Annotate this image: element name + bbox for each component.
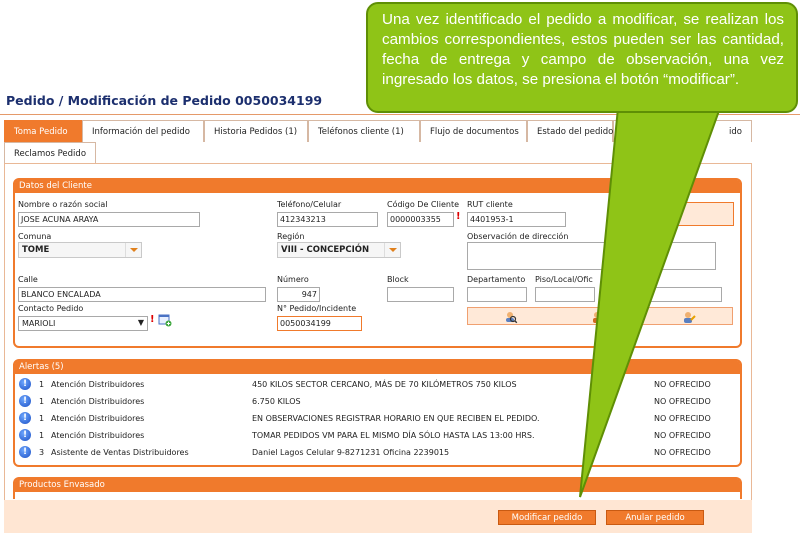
info-icon: !: [19, 412, 31, 424]
tab-telefonos-cliente[interactable]: Teléfonos cliente (1): [308, 120, 420, 142]
instruction-callout: Una vez identificado el pedido a modific…: [366, 2, 798, 113]
numero-input[interactable]: 947: [277, 287, 320, 302]
alert-row: ! 1 Atención Distribuidores EN OBSERVACI…: [17, 411, 737, 427]
info-icon: !: [19, 395, 31, 407]
alert-count: 1: [39, 431, 45, 440]
alert-status: NO OFRECIDO: [654, 431, 711, 440]
nombre-label: Nombre o razón social: [18, 200, 108, 209]
products-section-header: Productos Envasado: [15, 479, 740, 492]
alert-type: Atención Distribuidores: [51, 431, 145, 440]
add-contact-icon[interactable]: [158, 314, 172, 327]
observacion-textarea[interactable]: [467, 242, 716, 270]
alert-count: 3: [39, 448, 45, 457]
rut-input[interactable]: 4401953-1: [467, 212, 566, 227]
tab-historia-pedidos[interactable]: Historia Pedidos (1): [204, 120, 308, 142]
calle-input[interactable]: BLANCO ENCALADA: [18, 287, 266, 302]
alert-message: Daniel Lagos Celular 9-8271231 Oficina 2…: [252, 448, 450, 457]
tab-informacion-pedido[interactable]: Información del pedido: [82, 120, 204, 142]
telefono-label: Teléfono/Celular: [277, 200, 342, 209]
right-info-box: [630, 202, 734, 226]
contacto-select[interactable]: MARIOLI ▼: [18, 316, 148, 331]
piso-input[interactable]: [535, 287, 595, 302]
alert-message: TOMAR PEDIDOS VM PARA EL MISMO DÍA SÓLO …: [252, 431, 535, 440]
alert-type: Atención Distribuidores: [51, 414, 145, 423]
observacion-label: Observación de dirección: [467, 232, 569, 241]
tab-bar: Toma Pedido Información del pedido Histo…: [4, 120, 752, 164]
chevron-down-icon[interactable]: ▼: [138, 317, 144, 329]
extra-input[interactable]: [645, 287, 722, 302]
pedido-label: N° Pedido/Incidente: [277, 304, 357, 313]
footer-bar: Modificar pedido Anular pedido: [4, 500, 752, 533]
client-section: Datos del Cliente Nombre o razón social …: [13, 178, 742, 348]
chevron-down-icon[interactable]: [384, 243, 400, 257]
modificar-pedido-button[interactable]: Modificar pedido: [498, 510, 596, 525]
tab-pedido-extra[interactable]: ido: [693, 120, 752, 142]
calle-label: Calle: [18, 275, 38, 284]
block-label: Block: [387, 275, 409, 284]
chevron-down-icon[interactable]: [125, 243, 141, 257]
numero-label: Número: [277, 275, 309, 284]
alert-status: NO OFRECIDO: [654, 448, 711, 457]
nombre-input[interactable]: JOSE ACUNA ARAYA: [18, 212, 200, 227]
main-panel: Datos del Cliente Nombre o razón social …: [4, 163, 752, 501]
comuna-value: TOME: [22, 245, 50, 255]
rut-label: RUT cliente: [467, 200, 513, 209]
alert-row: ! 1 Atención Distribuidores 6.750 KILOS …: [17, 394, 737, 410]
departamento-label: Departamento: [467, 275, 526, 284]
pedido-input[interactable]: 0050034199: [277, 316, 362, 331]
alert-row: ! 1 Atención Distribuidores 450 KILOS SE…: [17, 377, 737, 393]
title-divider: [0, 114, 800, 115]
alert-message: 6.750 KILOS: [252, 397, 301, 406]
contacto-label: Contacto Pedido: [18, 304, 84, 313]
region-select[interactable]: VIII - CONCEPCIÓN: [277, 242, 401, 258]
comuna-select[interactable]: TOME: [18, 242, 142, 258]
contacto-value: MARIOLI: [22, 319, 56, 328]
info-icon: !: [19, 378, 31, 390]
alert-message: 450 KILOS SECTOR CERCANO, MÁS DE 70 KILÓ…: [252, 380, 517, 389]
search-user-icon[interactable]: [504, 310, 518, 324]
tab-estado-pedido[interactable]: Estado del pedido: [527, 120, 613, 142]
products-section: Productos Envasado: [13, 477, 742, 499]
region-label: Región: [277, 232, 305, 241]
edit-user-icon[interactable]: [682, 310, 696, 324]
client-section-header: Datos del Cliente: [15, 180, 740, 193]
telefono-input[interactable]: 412343213: [277, 212, 378, 227]
alert-status: NO OFRECIDO: [654, 414, 711, 423]
alert-status: NO OFRECIDO: [654, 380, 711, 389]
alerts-section-header: Alertas (5): [15, 361, 740, 374]
alert-message: EN OBSERVACIONES REGISTRAR HORARIO EN QU…: [252, 414, 540, 423]
action-buttons-bar: [467, 307, 733, 325]
alert-status: NO OFRECIDO: [654, 397, 711, 406]
tab-hidden[interactable]: [613, 120, 693, 142]
alerts-section: Alertas (5) ! 1 Atención Distribuidores …: [13, 359, 742, 467]
alert-type: Atención Distribuidores: [51, 397, 145, 406]
tab-reclamos-pedido[interactable]: Reclamos Pedido: [4, 142, 96, 164]
alert-count: 1: [39, 397, 45, 406]
info-icon: !: [19, 429, 31, 441]
block-input[interactable]: [387, 287, 454, 302]
piso-label: Piso/Local/Ofic: [535, 275, 593, 284]
alert-row: ! 1 Atención Distribuidores TOMAR PEDIDO…: [17, 428, 737, 444]
contacto-required-mark: !: [150, 314, 155, 325]
region-value: VIII - CONCEPCIÓN: [281, 245, 370, 255]
alert-count: 1: [39, 414, 45, 423]
info-icon: !: [19, 446, 31, 458]
anular-pedido-button[interactable]: Anular pedido: [606, 510, 704, 525]
codigo-input[interactable]: 0000003355: [387, 212, 454, 227]
codigo-required-mark: !: [456, 211, 461, 222]
departamento-input[interactable]: [467, 287, 527, 302]
alert-row: ! 3 Asistente de Ventas Distribuidores D…: [17, 445, 737, 461]
alert-count: 1: [39, 380, 45, 389]
alert-type: Asistente de Ventas Distribuidores: [51, 448, 189, 457]
alert-type: Atención Distribuidores: [51, 380, 145, 389]
user-icon[interactable]: [590, 310, 604, 324]
tab-flujo-documentos[interactable]: Flujo de documentos: [420, 120, 527, 142]
comuna-label: Comuna: [18, 232, 52, 241]
codigo-label: Código De Cliente: [387, 200, 460, 209]
page-title: Pedido / Modificación de Pedido 00500341…: [6, 93, 323, 108]
tab-toma-pedido[interactable]: Toma Pedido: [4, 120, 82, 142]
